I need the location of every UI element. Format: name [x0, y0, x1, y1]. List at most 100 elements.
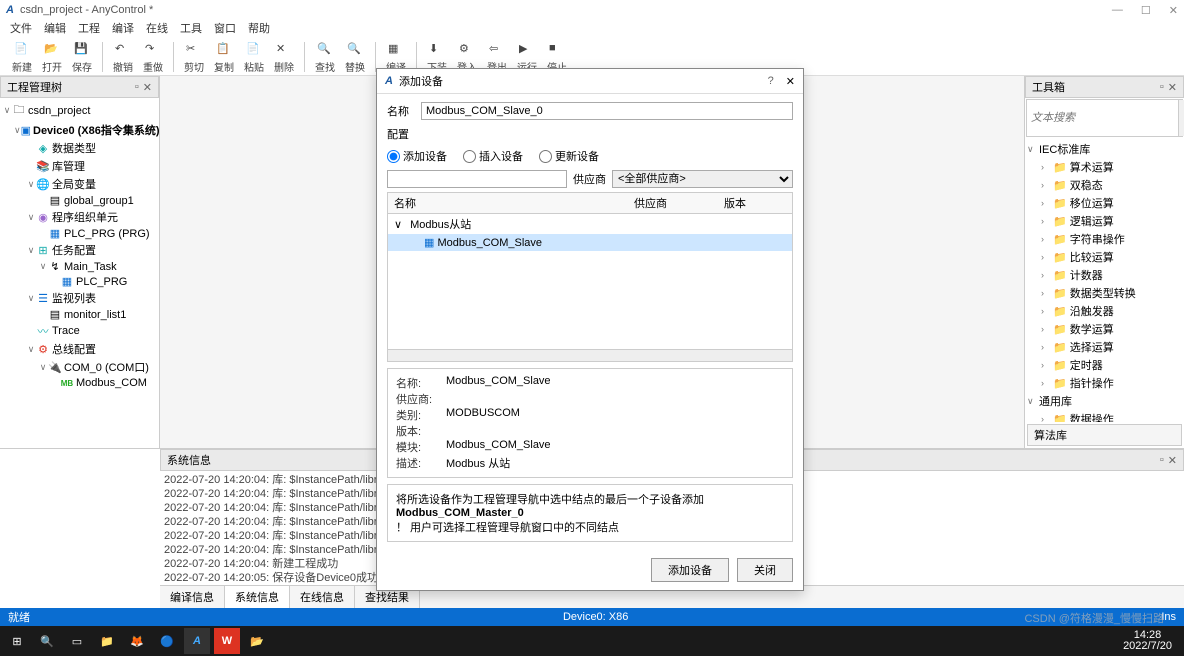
chrome-icon[interactable]: 🔵	[154, 628, 180, 654]
minimize-icon[interactable]: —	[1112, 4, 1123, 17]
tree-item[interactable]: 监视列表	[52, 290, 96, 306]
toolbox-item[interactable]: ›📁数据类型转换	[1027, 284, 1182, 302]
menu-tools[interactable]: 工具	[180, 20, 202, 38]
tree-item[interactable]: monitor_list1	[64, 309, 126, 321]
panel-close-icon[interactable]: ✕	[1168, 454, 1177, 467]
menu-online[interactable]: 在线	[146, 20, 168, 38]
device-name-input[interactable]	[421, 102, 793, 120]
tree-item[interactable]: PLC_PRG	[76, 276, 127, 288]
filter-input[interactable]	[387, 170, 567, 188]
project-tree[interactable]: ∨🗀csdn_project ∨▣Device0 (X86指令集系统) ◈数据类…	[0, 98, 159, 392]
toolbar-新建[interactable]: 📄新建	[8, 40, 36, 74]
toolbox-item[interactable]: ›📁选择运算	[1027, 338, 1182, 356]
panel-close-icon[interactable]: ✕	[143, 81, 152, 94]
window-title: csdn_project - AnyControl *	[20, 4, 153, 16]
horizontal-scrollbar[interactable]	[388, 349, 792, 361]
panel-pin-icon[interactable]: ▫	[135, 81, 139, 94]
toolbox-item[interactable]: ›📁双稳态	[1027, 176, 1182, 194]
start-button[interactable]: ⊞	[4, 628, 30, 654]
tree-item[interactable]: 数据类型	[52, 140, 96, 156]
add-device-button[interactable]: 添加设备	[651, 558, 729, 582]
tree-item[interactable]: Trace	[52, 325, 80, 337]
dialog-close-icon[interactable]: ✕	[786, 75, 795, 88]
toolbox-item[interactable]: ›📁数学运算	[1027, 320, 1182, 338]
toolbox-category[interactable]: ∨IEC标准库	[1027, 140, 1182, 158]
tree-item[interactable]: 全局变量	[52, 176, 96, 192]
col-name[interactable]: 名称	[388, 193, 628, 213]
help-icon[interactable]: ?	[768, 75, 774, 87]
toolbox-item[interactable]: ›📁比较运算	[1027, 248, 1182, 266]
panel-close-icon[interactable]: ✕	[1168, 81, 1177, 94]
explorer-window-icon[interactable]: 📂	[244, 628, 270, 654]
search-icon[interactable]: 🔍	[34, 628, 60, 654]
tree-root[interactable]: csdn_project	[28, 105, 90, 117]
panel-pin-icon[interactable]: ▫	[1160, 454, 1164, 467]
toolbox-item[interactable]: ›📁数据操作	[1027, 410, 1182, 422]
tree-item[interactable]: 库管理	[52, 158, 85, 174]
toolbox-item[interactable]: ›📁逻辑运算	[1027, 212, 1182, 230]
menu-compile[interactable]: 编译	[112, 20, 134, 38]
anycontrol-icon[interactable]: A	[184, 628, 210, 654]
tree-item[interactable]: 总线配置	[52, 341, 96, 357]
tab-online[interactable]: 在线信息	[290, 586, 355, 608]
panel-pin-icon[interactable]: ▫	[1160, 81, 1164, 94]
toolbox-category[interactable]: ∨通用库	[1027, 392, 1182, 410]
toolbar-剪切[interactable]: ✂剪切	[180, 40, 208, 74]
toolbar-保存[interactable]: 💾保存	[68, 40, 96, 74]
maximize-icon[interactable]: ☐	[1141, 4, 1151, 17]
toolbox-item[interactable]: ›📁定时器	[1027, 356, 1182, 374]
toolbar-撤销[interactable]: ↶撤销	[109, 40, 137, 74]
system-clock[interactable]: 14:282022/7/20	[1115, 630, 1180, 652]
tree-item[interactable]: Main_Task	[64, 261, 117, 273]
toolbox-search-input[interactable]	[1027, 100, 1178, 136]
device-group-row[interactable]: ∨ Modbus从站	[388, 214, 792, 234]
app-logo-icon: A	[6, 4, 14, 16]
toolbar-打开[interactable]: 📂打开	[38, 40, 66, 74]
tree-item[interactable]: COM_0 (COM口)	[64, 359, 149, 375]
toolbox-item[interactable]: ›📁字符串操作	[1027, 230, 1182, 248]
tab-compile[interactable]: 编译信息	[160, 586, 225, 608]
wps-icon[interactable]: W	[214, 628, 240, 654]
toolbar-查找[interactable]: 🔍查找	[311, 40, 339, 74]
close-button[interactable]: 关闭	[737, 558, 793, 582]
toolbox-item[interactable]: ›📁移位运算	[1027, 194, 1182, 212]
device-row-selected[interactable]: ▦ Modbus_COM_Slave	[388, 234, 792, 251]
status-device: Device0: X86	[30, 611, 1161, 623]
menu-project[interactable]: 工程	[78, 20, 100, 38]
menu-edit[interactable]: 编辑	[44, 20, 66, 38]
tree-device[interactable]: Device0 (X86指令集系统)	[33, 122, 159, 138]
toolbox-item[interactable]: ›📁沿触发器	[1027, 302, 1182, 320]
toolbox-tree[interactable]: ∨IEC标准库›📁算术运算›📁双稳态›📁移位运算›📁逻辑运算›📁字符串操作›📁比…	[1025, 138, 1184, 422]
menu-window[interactable]: 窗口	[214, 20, 236, 38]
explorer-icon[interactable]: 📁	[94, 628, 120, 654]
toolbox-item[interactable]: ›📁计数器	[1027, 266, 1182, 284]
status-left: 就绪	[8, 609, 30, 625]
clear-button[interactable]: 清除	[1178, 100, 1184, 136]
algo-lib-button[interactable]: 算法库	[1027, 424, 1182, 446]
radio-add[interactable]: 添加设备	[387, 148, 447, 164]
task-view-icon[interactable]: ▭	[64, 628, 90, 654]
toolbar-替换[interactable]: 🔍替换	[341, 40, 369, 74]
toolbar-粘贴[interactable]: 📄粘贴	[240, 40, 268, 74]
col-version[interactable]: 版本	[718, 193, 752, 213]
toolbox-item[interactable]: ›📁算术运算	[1027, 158, 1182, 176]
toolbar-删除[interactable]: ✕删除	[270, 40, 298, 74]
tree-item[interactable]: PLC_PRG (PRG)	[64, 228, 150, 240]
tree-item[interactable]: global_group1	[64, 195, 134, 207]
tree-item[interactable]: Modbus_COM	[76, 377, 147, 389]
tree-item[interactable]: 任务配置	[52, 242, 96, 258]
supplier-select[interactable]: <全部供应商>	[612, 170, 793, 188]
toolbar-重做[interactable]: ↷重做	[139, 40, 167, 74]
radio-update[interactable]: 更新设备	[539, 148, 599, 164]
tree-item[interactable]: 程序组织单元	[52, 209, 118, 225]
toolbar-复制[interactable]: 📋复制	[210, 40, 238, 74]
col-supplier[interactable]: 供应商	[628, 193, 718, 213]
menu-file[interactable]: 文件	[10, 20, 32, 38]
close-icon[interactable]: ✕	[1169, 4, 1178, 17]
menu-help[interactable]: 帮助	[248, 20, 270, 38]
radio-insert[interactable]: 插入设备	[463, 148, 523, 164]
firefox-icon[interactable]: 🦊	[124, 628, 150, 654]
windows-taskbar: ⊞ 🔍 ▭ 📁 🦊 🔵 A W 📂 14:282022/7/20	[0, 626, 1184, 656]
tab-system[interactable]: 系统信息	[225, 586, 290, 608]
toolbox-item[interactable]: ›📁指针操作	[1027, 374, 1182, 392]
